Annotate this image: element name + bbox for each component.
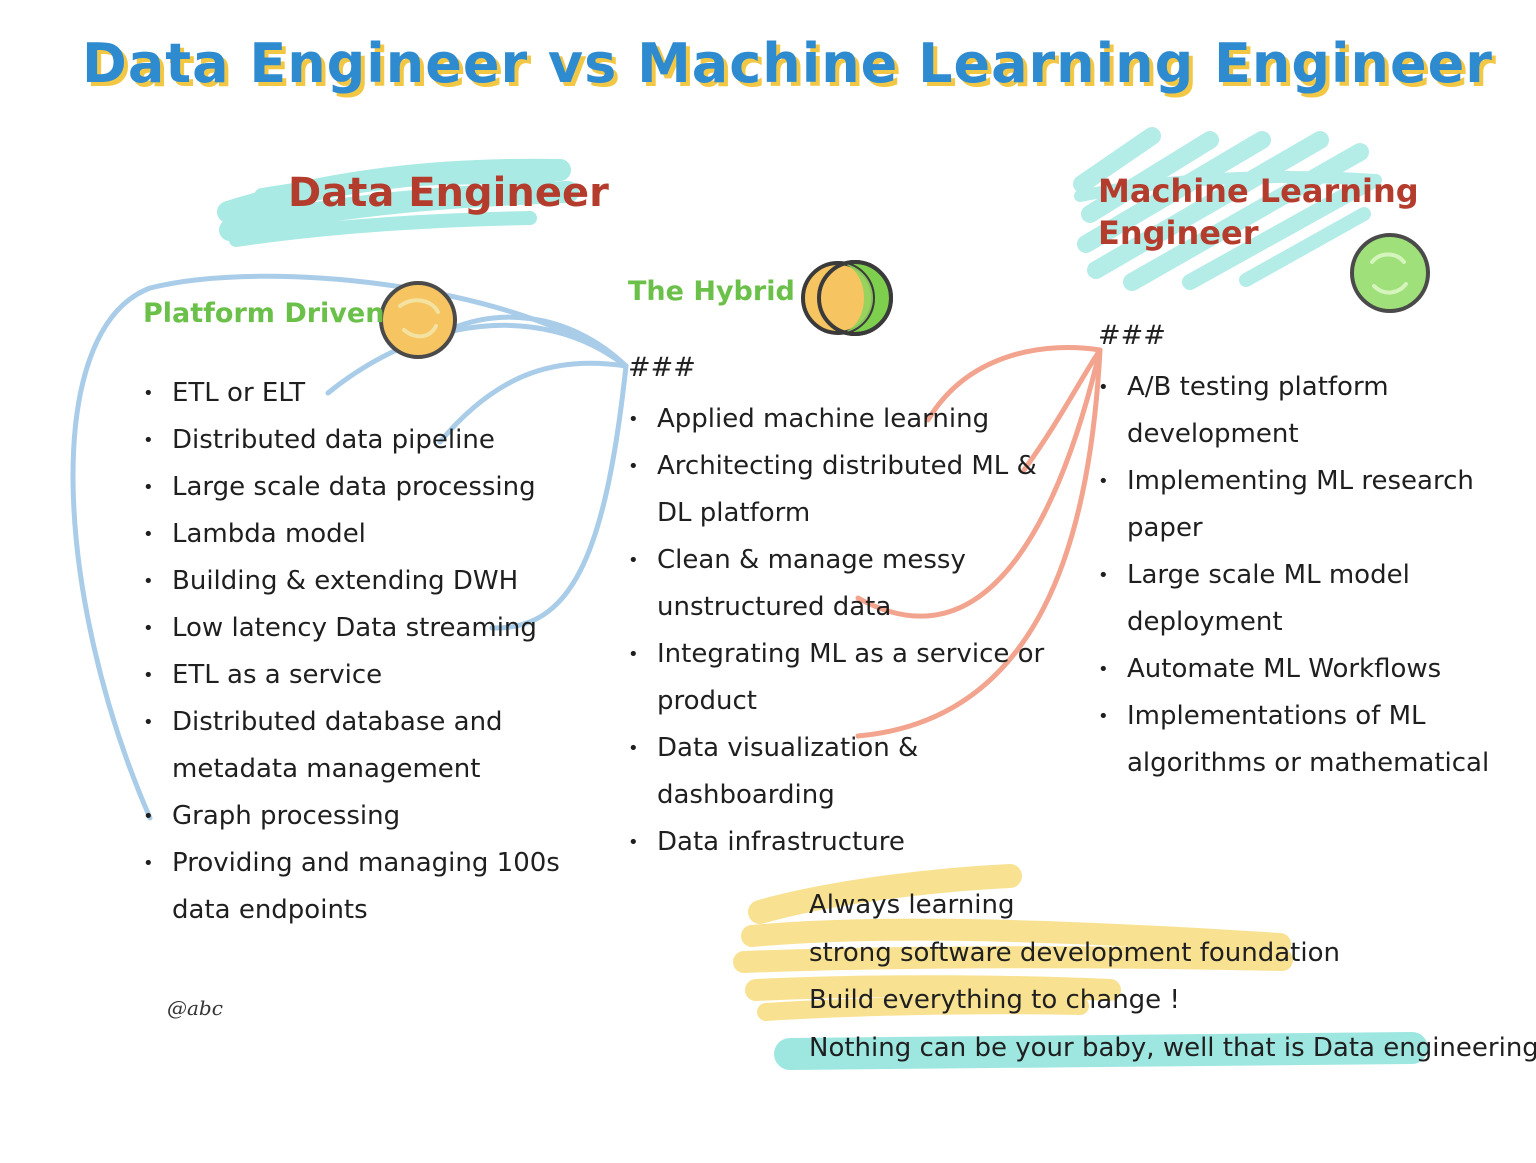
platform-driven-heading: Platform Driven — [143, 298, 385, 329]
list-item: Architecting distributed ML & DL platfor… — [628, 443, 1048, 537]
ml-engineer-list: A/B testing platform development Impleme… — [1098, 364, 1518, 787]
list-item: Low latency Data streaming — [143, 605, 583, 652]
list-item: Implementing ML research paper — [1098, 458, 1518, 552]
data-engineer-list: ETL or ELT Distributed data pipeline Lar… — [143, 370, 583, 934]
list-item: Automate ML Workflows — [1098, 646, 1518, 693]
list-item: Integrating ML as a service or product — [628, 631, 1048, 725]
list-item: Building & extending DWH — [143, 558, 583, 605]
ml-heading-line1: Machine Learning — [1098, 172, 1419, 210]
hybrid-marker: ### — [628, 352, 696, 383]
list-item: Providing and managing 100s data endpoin… — [143, 840, 583, 934]
ml-marker: ### — [1098, 320, 1166, 351]
list-item: ETL as a service — [143, 652, 583, 699]
list-item: Lambda model — [143, 511, 583, 558]
list-item: Distributed database and metadata manage… — [143, 699, 583, 793]
list-item: Data visualization & dashboarding — [628, 725, 1048, 819]
notes-list: Always learning strong software developm… — [809, 882, 1536, 1072]
note-item: strong software development foundation — [809, 937, 1340, 968]
note-item: Nothing can be your baby, well that is D… — [809, 1032, 1536, 1063]
hybrid-heading: The Hybrid — [628, 276, 795, 307]
list-item: Distributed data pipeline — [143, 417, 583, 464]
note-item: Always learning — [809, 890, 1015, 920]
list-item: Clean & manage messy unstructured data — [628, 537, 1048, 631]
list-item: A/B testing platform development — [1098, 364, 1518, 458]
text-layer: Data Engineer vs Machine Learning Engine… — [0, 0, 1536, 1163]
list-item: ETL or ELT — [143, 370, 583, 417]
infographic-canvas: Data Engineer vs Machine Learning Engine… — [0, 0, 1536, 1163]
note-item: Build everything to change ! — [809, 985, 1180, 1015]
page-title: Data Engineer vs Machine Learning Engine… — [82, 32, 1493, 95]
list-item: Applied machine learning — [628, 396, 1048, 443]
list-item: Large scale ML model deployment — [1098, 552, 1518, 646]
list-item: Implementations of ML algorithms or math… — [1098, 693, 1518, 787]
ml-heading-line2: Engineer — [1098, 214, 1259, 252]
list-item: Large scale data processing — [143, 464, 583, 511]
list-item: Graph processing — [143, 793, 583, 840]
list-item: Data infrastructure — [628, 819, 1048, 866]
data-engineer-heading: Data Engineer — [288, 170, 609, 216]
ml-engineer-heading: Machine Learning Engineer — [1098, 170, 1419, 254]
author-signature: @abc — [167, 996, 223, 1020]
hybrid-list: Applied machine learning Architecting di… — [628, 396, 1048, 866]
